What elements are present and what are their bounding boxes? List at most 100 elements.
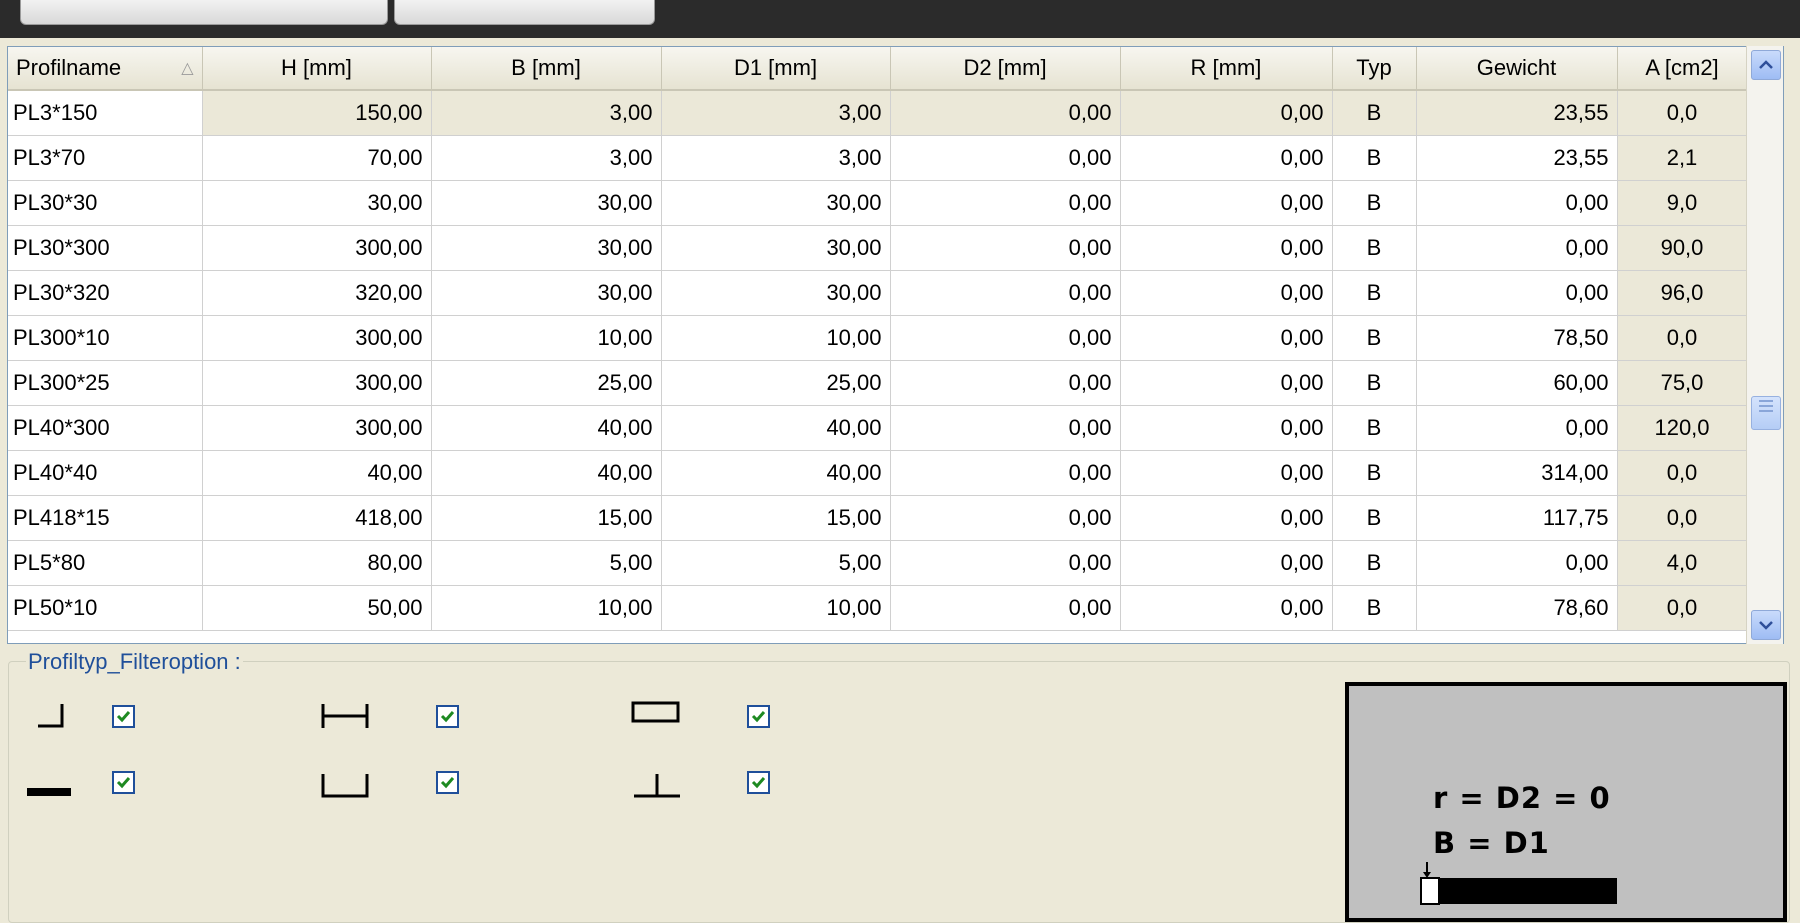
cell-typ[interactable]: B <box>1332 585 1417 631</box>
cell-d2[interactable]: 0,00 <box>890 405 1121 451</box>
cell-typ[interactable]: B <box>1332 360 1417 406</box>
cell-a[interactable]: 4,0 <box>1617 540 1748 586</box>
column-header-typ[interactable]: Typ <box>1332 47 1417 91</box>
table-row[interactable]: PL30*30 30,00 30,00 30,00 0,00 0,00 B 0,00 9,0 <box>8 180 1748 226</box>
cell-b[interactable]: 40,00 <box>431 450 662 496</box>
cell-b[interactable]: 30,00 <box>431 270 662 316</box>
cell-gewicht[interactable]: 0,00 <box>1416 405 1618 451</box>
vertical-scrollbar[interactable] <box>1746 46 1783 644</box>
cell-r[interactable]: 0,00 <box>1120 90 1333 136</box>
cell-b[interactable]: 30,00 <box>431 225 662 271</box>
cell-typ[interactable]: B <box>1332 135 1417 181</box>
cell-h[interactable]: 80,00 <box>202 540 432 586</box>
channel-profile-checkbox[interactable] <box>436 771 459 794</box>
tab-button-1[interactable] <box>20 0 388 25</box>
cell-profilname[interactable]: PL30*300 <box>8 225 203 271</box>
cell-r[interactable]: 0,00 <box>1120 495 1333 541</box>
cell-typ[interactable]: B <box>1332 315 1417 361</box>
cell-b[interactable]: 10,00 <box>431 585 662 631</box>
cell-gewicht[interactable]: 0,00 <box>1416 270 1618 316</box>
cell-d2[interactable]: 0,00 <box>890 180 1121 226</box>
cell-d2[interactable]: 0,00 <box>890 270 1121 316</box>
cell-profilname[interactable]: PL3*150 <box>8 90 203 136</box>
cell-a[interactable]: 0,0 <box>1617 450 1748 496</box>
cell-typ[interactable]: B <box>1332 540 1417 586</box>
cell-typ[interactable]: B <box>1332 495 1417 541</box>
cell-d1[interactable]: 3,00 <box>661 135 891 181</box>
cell-profilname[interactable]: PL300*10 <box>8 315 203 361</box>
cell-d2[interactable]: 0,00 <box>890 135 1121 181</box>
table-row[interactable]: PL300*10 300,00 10,00 10,00 0,00 0,00 B 78,50 0,… <box>8 315 1748 361</box>
cell-r[interactable]: 0,00 <box>1120 540 1333 586</box>
cell-r[interactable]: 0,00 <box>1120 450 1333 496</box>
cell-a[interactable]: 96,0 <box>1617 270 1748 316</box>
tab-button-2[interactable] <box>394 0 655 25</box>
i-beam-profile-checkbox[interactable] <box>436 705 459 728</box>
cell-gewicht[interactable]: 78,50 <box>1416 315 1618 361</box>
cell-a[interactable]: 0,0 <box>1617 495 1748 541</box>
cell-d2[interactable]: 0,00 <box>890 450 1121 496</box>
cell-b[interactable]: 3,00 <box>431 135 662 181</box>
cell-h[interactable]: 150,00 <box>202 90 432 136</box>
cell-h[interactable]: 70,00 <box>202 135 432 181</box>
scroll-up-button[interactable] <box>1751 50 1781 80</box>
cell-profilname[interactable]: PL3*70 <box>8 135 203 181</box>
box-profile-checkbox[interactable] <box>747 705 770 728</box>
cell-d2[interactable]: 0,00 <box>890 495 1121 541</box>
cell-typ[interactable]: B <box>1332 450 1417 496</box>
column-header-profilname[interactable]: Profilname △ <box>8 47 203 91</box>
table-row[interactable]: PL5*80 80,00 5,00 5,00 0,00 0,00 B 0,00 4,0 <box>8 540 1748 586</box>
scroll-down-button[interactable] <box>1751 610 1781 640</box>
column-header-d2[interactable]: D2 [mm] <box>890 47 1121 91</box>
cell-d1[interactable]: 5,00 <box>661 540 891 586</box>
cell-profilname[interactable]: PL30*320 <box>8 270 203 316</box>
cell-d2[interactable]: 0,00 <box>890 225 1121 271</box>
table-row[interactable]: PL30*320 320,00 30,00 30,00 0,00 0,00 B 0,00 96,… <box>8 270 1748 316</box>
cell-gewicht[interactable]: 23,55 <box>1416 90 1618 136</box>
cell-a[interactable]: 75,0 <box>1617 360 1748 406</box>
flat-bar-profile-checkbox[interactable] <box>112 771 135 794</box>
cell-profilname[interactable]: PL40*40 <box>8 450 203 496</box>
cell-a[interactable]: 2,1 <box>1617 135 1748 181</box>
cell-r[interactable]: 0,00 <box>1120 585 1333 631</box>
cell-gewicht[interactable]: 23,55 <box>1416 135 1618 181</box>
cell-h[interactable]: 300,00 <box>202 225 432 271</box>
cell-gewicht[interactable]: 0,00 <box>1416 225 1618 271</box>
cell-h[interactable]: 300,00 <box>202 360 432 406</box>
table-row[interactable]: PL3*150 150,00 3,00 3,00 0,00 0,00 B 23,55 0,0 <box>8 90 1748 136</box>
cell-b[interactable]: 10,00 <box>431 315 662 361</box>
cell-r[interactable]: 0,00 <box>1120 135 1333 181</box>
cell-typ[interactable]: B <box>1332 405 1417 451</box>
cell-h[interactable]: 30,00 <box>202 180 432 226</box>
cell-d1[interactable]: 25,00 <box>661 360 891 406</box>
cell-profilname[interactable]: PL40*300 <box>8 405 203 451</box>
cell-profilname[interactable]: PL30*30 <box>8 180 203 226</box>
cell-h[interactable]: 40,00 <box>202 450 432 496</box>
cell-a[interactable]: 0,0 <box>1617 90 1748 136</box>
cell-d1[interactable]: 10,00 <box>661 585 891 631</box>
cell-b[interactable]: 25,00 <box>431 360 662 406</box>
cell-h[interactable]: 418,00 <box>202 495 432 541</box>
table-row[interactable]: PL3*70 70,00 3,00 3,00 0,00 0,00 B 23,55 2,1 <box>8 135 1748 181</box>
column-header-b[interactable]: B [mm] <box>431 47 662 91</box>
table-row[interactable]: PL418*15 418,00 15,00 15,00 0,00 0,00 B 117,75 0… <box>8 495 1748 541</box>
cell-h[interactable]: 320,00 <box>202 270 432 316</box>
column-header-a[interactable]: A [cm2] <box>1617 47 1748 91</box>
cell-gewicht[interactable]: 78,60 <box>1416 585 1618 631</box>
column-header-r[interactable]: R [mm] <box>1120 47 1333 91</box>
scroll-thumb[interactable] <box>1751 396 1781 430</box>
angle-profile-checkbox[interactable] <box>112 705 135 728</box>
cell-profilname[interactable]: PL5*80 <box>8 540 203 586</box>
cell-d2[interactable]: 0,00 <box>890 540 1121 586</box>
table-row[interactable]: PL30*300 300,00 30,00 30,00 0,00 0,00 B 0,00 90,… <box>8 225 1748 271</box>
cell-gewicht[interactable]: 314,00 <box>1416 450 1618 496</box>
cell-d2[interactable]: 0,00 <box>890 90 1121 136</box>
cell-profilname[interactable]: PL418*15 <box>8 495 203 541</box>
cell-typ[interactable]: B <box>1332 225 1417 271</box>
table-row[interactable]: PL40*40 40,00 40,00 40,00 0,00 0,00 B 314,00 0,0 <box>8 450 1748 496</box>
cell-d2[interactable]: 0,00 <box>890 360 1121 406</box>
cell-b[interactable]: 3,00 <box>431 90 662 136</box>
cell-typ[interactable]: B <box>1332 270 1417 316</box>
cell-a[interactable]: 0,0 <box>1617 315 1748 361</box>
column-header-gewicht[interactable]: Gewicht <box>1416 47 1618 91</box>
